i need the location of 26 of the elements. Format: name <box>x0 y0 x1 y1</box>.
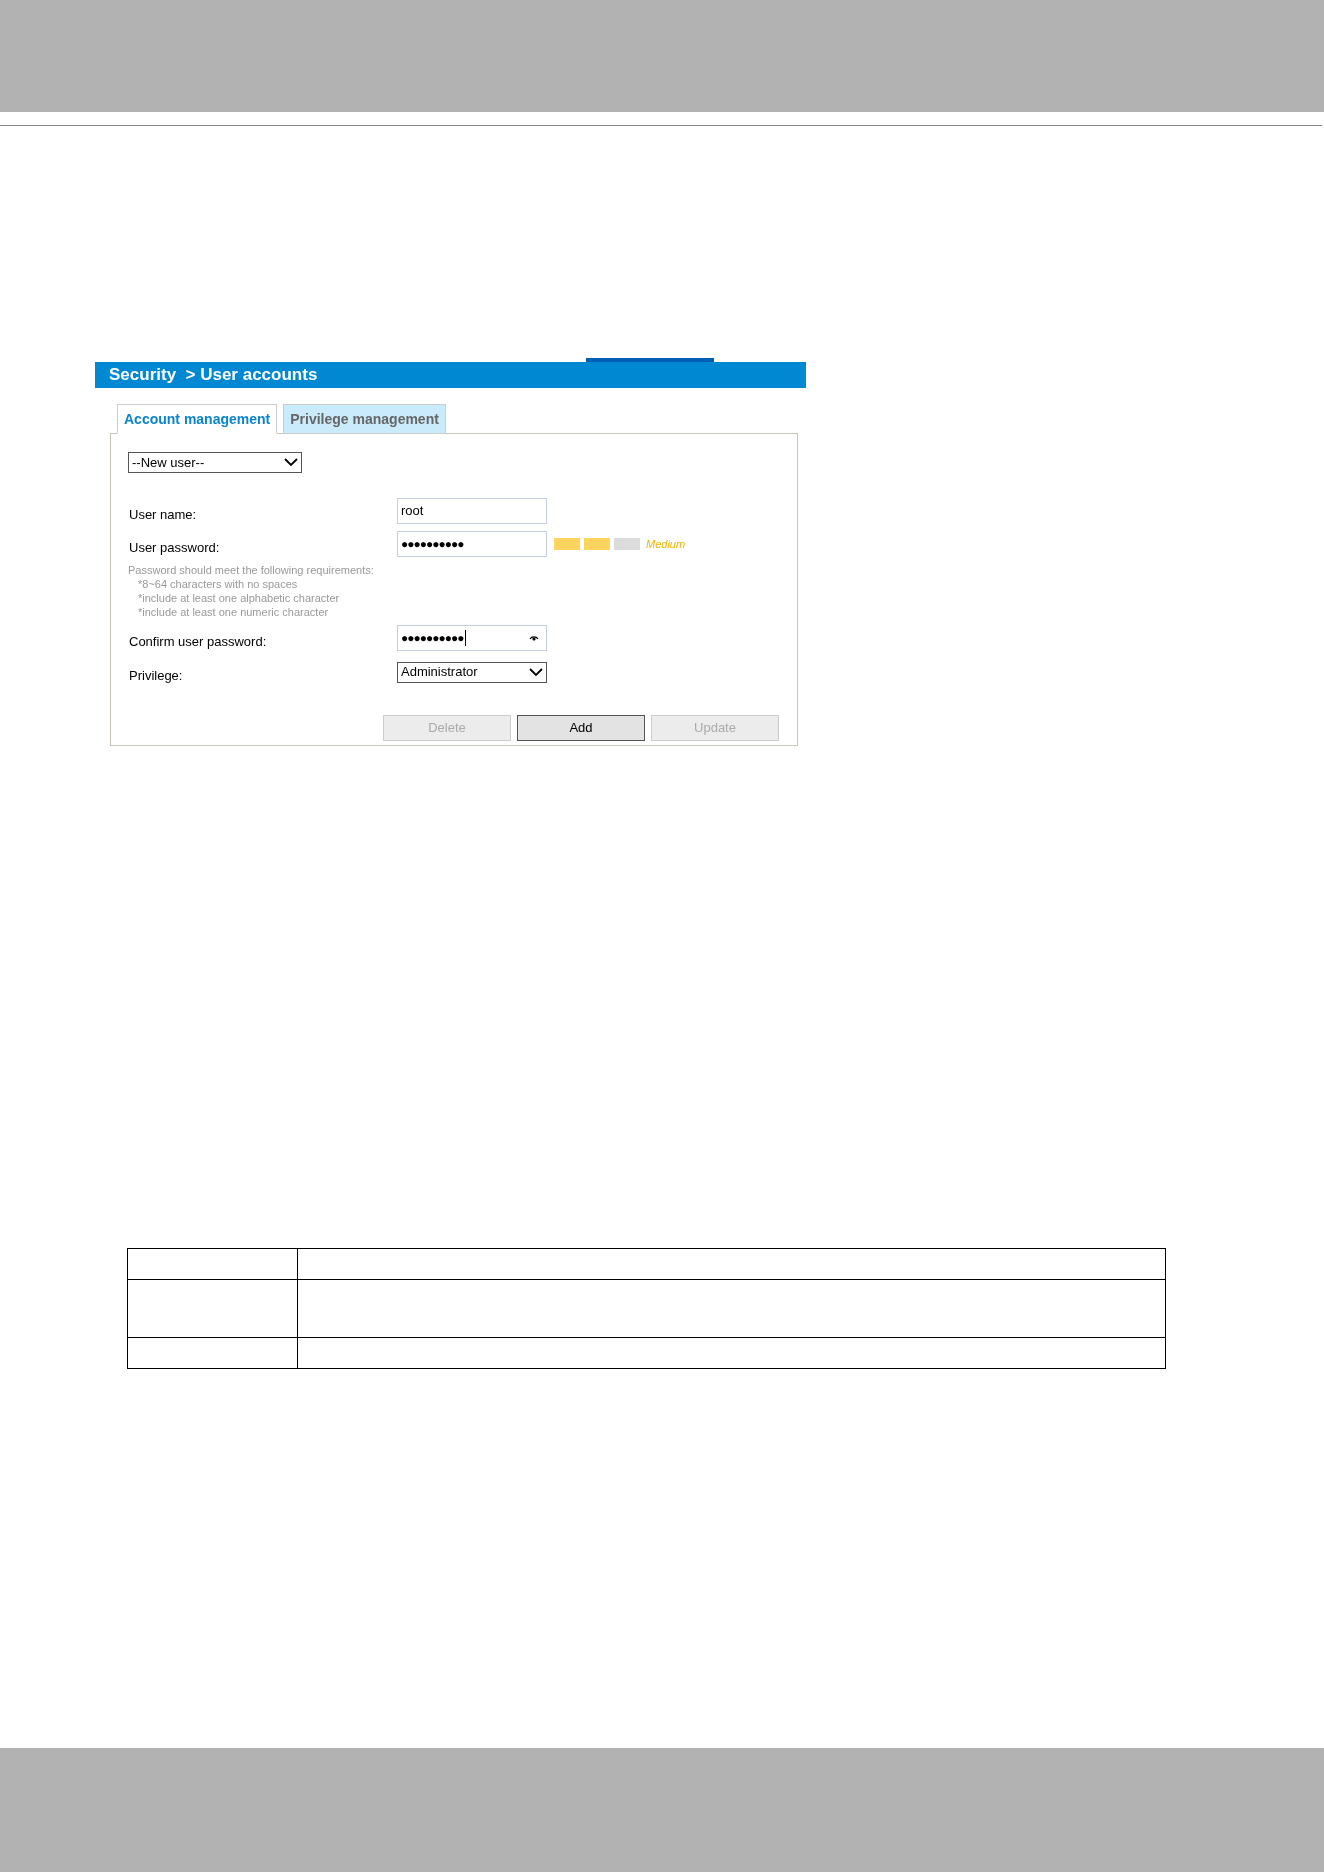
password-dots: ●●●●●●●●●● <box>401 630 464 647</box>
password-dots: ●●●●●●●●●● <box>401 536 464 553</box>
strength-segment <box>584 538 610 550</box>
requirement-text: *8~64 characters with no spaces <box>137 577 299 591</box>
breadcrumb-bar: Security > User accounts <box>95 362 806 388</box>
strength-segment <box>614 538 640 550</box>
requirement-text: *include at least one numeric character <box>137 605 330 619</box>
field-label: Privilege: <box>128 667 184 686</box>
requirement-text: Password should meet the following requirements: <box>128 563 375 577</box>
user-name-field[interactable]: root <box>397 498 547 524</box>
password-field[interactable]: ●●●●●●●●●● <box>397 531 547 557</box>
field-label: Confirm user password: <box>128 633 268 652</box>
field-label: User password: <box>128 539 221 558</box>
strength-reading: Medium <box>646 536 686 552</box>
user-dropdown[interactable]: --New user-- <box>128 452 302 473</box>
caret-icon <box>529 667 543 677</box>
tab[interactable]: Account management <box>117 404 278 434</box>
eye-icon[interactable] <box>529 635 539 641</box>
privilege-dropdown[interactable]: Administrator <box>397 661 547 683</box>
action-button[interactable]: Add <box>517 715 645 741</box>
requirement-text: *include at least one alphabetic character <box>137 591 341 605</box>
caret-icon <box>284 458 298 467</box>
field-label: User name: <box>128 506 198 525</box>
tab[interactable]: Privilege management <box>283 404 446 434</box>
strength-segment <box>554 538 580 550</box>
password-field[interactable]: ●●●●●●●●●● <box>397 625 547 651</box>
